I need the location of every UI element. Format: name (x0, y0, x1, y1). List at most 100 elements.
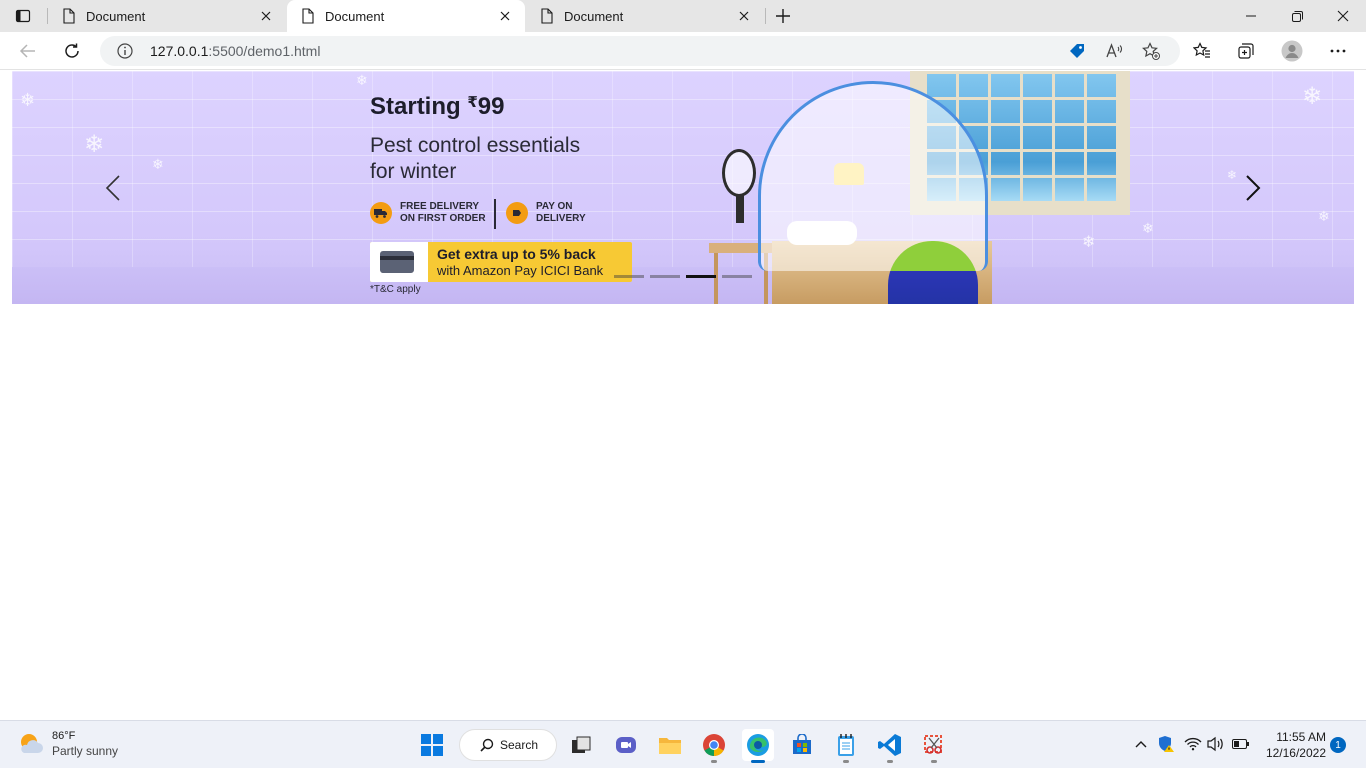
carousel-indicator[interactable] (614, 275, 644, 278)
security-tray-button[interactable] (1155, 733, 1177, 755)
snowflake-icon: ❄ (1302, 83, 1323, 110)
mosquito-racket-illustration (722, 149, 756, 197)
pillow-illustration (787, 221, 857, 245)
read-aloud-icon (1106, 43, 1123, 58)
shopping-tag-button[interactable] (1066, 40, 1088, 62)
tab-actions-icon (15, 9, 31, 23)
store-button[interactable] (786, 729, 818, 761)
clock-time: 11:55 AM (1276, 730, 1326, 744)
teams-chat-button[interactable] (610, 729, 642, 761)
address-bar[interactable]: 127.0.0.1:5500/demo1.html (100, 36, 1180, 66)
file-explorer-button[interactable] (654, 729, 686, 761)
star-add-icon (1142, 42, 1160, 60)
speaker-icon (1207, 736, 1223, 752)
windows-logo-icon (421, 734, 443, 756)
chevron-right-icon (1246, 175, 1261, 201)
show-hidden-icons-button[interactable] (1130, 733, 1152, 755)
snowflake-icon: ❄ (1318, 208, 1330, 224)
url-path: :5500/demo1.html (208, 43, 321, 59)
close-icon (500, 11, 510, 21)
collections-button[interactable] (1231, 36, 1261, 66)
collections-icon (1238, 43, 1254, 59)
more-icon (1330, 49, 1346, 53)
tab-separator (765, 8, 766, 24)
running-indicator (711, 760, 717, 763)
start-button[interactable] (416, 729, 448, 761)
snowflake-icon: ❄ (152, 156, 164, 172)
notepad-button[interactable] (830, 729, 862, 763)
minimize-icon (1246, 15, 1256, 17)
promo-line-2: with Amazon Pay ICICI Bank (437, 263, 604, 278)
wifi-tray-button[interactable] (1182, 733, 1204, 755)
carousel-indicator-active[interactable] (686, 275, 716, 278)
snowflake-icon: ❄ (1082, 234, 1096, 251)
search-icon (480, 738, 494, 752)
settings-more-button[interactable] (1323, 36, 1353, 66)
free-delivery-badge: FREE DELIVERY ON FIRST ORDER (370, 201, 490, 225)
refresh-button[interactable] (57, 36, 87, 66)
snowflake-icon: ❄ (20, 90, 36, 110)
chrome-button[interactable] (698, 729, 730, 763)
back-button[interactable] (13, 36, 43, 66)
folder-icon (659, 738, 681, 754)
store-icon (793, 734, 811, 754)
notification-badge[interactable]: 1 (1330, 737, 1346, 753)
pay-on-delivery-badge: PAY ON DELIVERY (506, 201, 596, 225)
restore-icon (1291, 10, 1303, 22)
running-indicator (843, 760, 849, 763)
carousel-indicator[interactable] (650, 275, 680, 278)
read-aloud-button[interactable] (1103, 40, 1125, 62)
floor-background (12, 267, 1354, 304)
carousel-prev-button[interactable] (98, 171, 128, 205)
tab-title: Document (86, 8, 146, 24)
page-icon (541, 8, 553, 24)
minimize-button[interactable] (1228, 0, 1274, 32)
close-window-button[interactable] (1320, 0, 1366, 32)
new-tab-button[interactable] (770, 4, 796, 28)
edge-button[interactable] (742, 729, 774, 763)
tab-document-1[interactable]: Document (48, 0, 286, 32)
restore-button[interactable] (1274, 0, 1320, 32)
volume-tray-button[interactable] (1205, 733, 1227, 755)
add-favorite-button[interactable] (1140, 40, 1162, 62)
taskbar-search[interactable]: Search (459, 729, 557, 761)
amazon-pay-promo: Get extra up to 5% back with Amazon Pay … (370, 242, 632, 282)
image-carousel: ❄ ❄ ❄ ❄ ❄ ❄ ❄ ❄ ❄ Starting ₹99 Pest cont… (12, 71, 1354, 304)
snowflake-icon: ❄ (1142, 220, 1154, 236)
carousel-indicator[interactable] (722, 275, 752, 278)
back-arrow-icon (19, 44, 35, 58)
tab-close-button[interactable] (256, 6, 276, 26)
carousel-next-button[interactable] (1238, 171, 1268, 205)
task-view-button[interactable] (565, 729, 597, 761)
weather-widget[interactable]: 86°F Partly sunny (16, 729, 118, 759)
close-icon (1337, 10, 1349, 22)
clock[interactable]: 11:55 AM 12/16/2022 (1254, 729, 1326, 761)
snipping-tool-icon (924, 735, 942, 754)
tag-icon (1070, 44, 1084, 58)
battery-tray-button[interactable] (1230, 733, 1252, 755)
cash-icon (506, 202, 528, 224)
banner-headline: Starting ₹99 (370, 93, 504, 121)
promo-line-1: Get extra up to 5% back (437, 246, 596, 262)
vscode-button[interactable] (874, 729, 906, 763)
carousel-indicators (614, 275, 752, 278)
browser-toolbar: 127.0.0.1:5500/demo1.html (0, 32, 1366, 70)
tab-close-button[interactable] (495, 6, 515, 26)
tab-close-button[interactable] (734, 6, 754, 26)
snowflake-icon: ❄ (356, 72, 368, 88)
profile-button[interactable] (1277, 36, 1307, 66)
tab-actions-button[interactable] (8, 4, 38, 28)
badge-text: FREE DELIVERY ON FIRST ORDER (400, 201, 486, 224)
weather-temperature: 86°F (52, 730, 76, 742)
tab-document-3[interactable]: Document (526, 0, 764, 32)
url-text[interactable]: 127.0.0.1:5500/demo1.html (150, 43, 320, 59)
info-icon[interactable] (116, 42, 134, 60)
snipping-tool-button[interactable] (918, 729, 950, 763)
wifi-icon (1184, 737, 1202, 751)
running-indicator (751, 760, 765, 763)
tab-document-2[interactable]: Document (287, 0, 525, 32)
headline-price: 99 (477, 93, 505, 120)
windows-taskbar: 86°F Partly sunny Search 11:55 AM 12/16/… (0, 720, 1366, 768)
tab-title: Document (564, 8, 624, 24)
favorites-button[interactable] (1187, 36, 1217, 66)
